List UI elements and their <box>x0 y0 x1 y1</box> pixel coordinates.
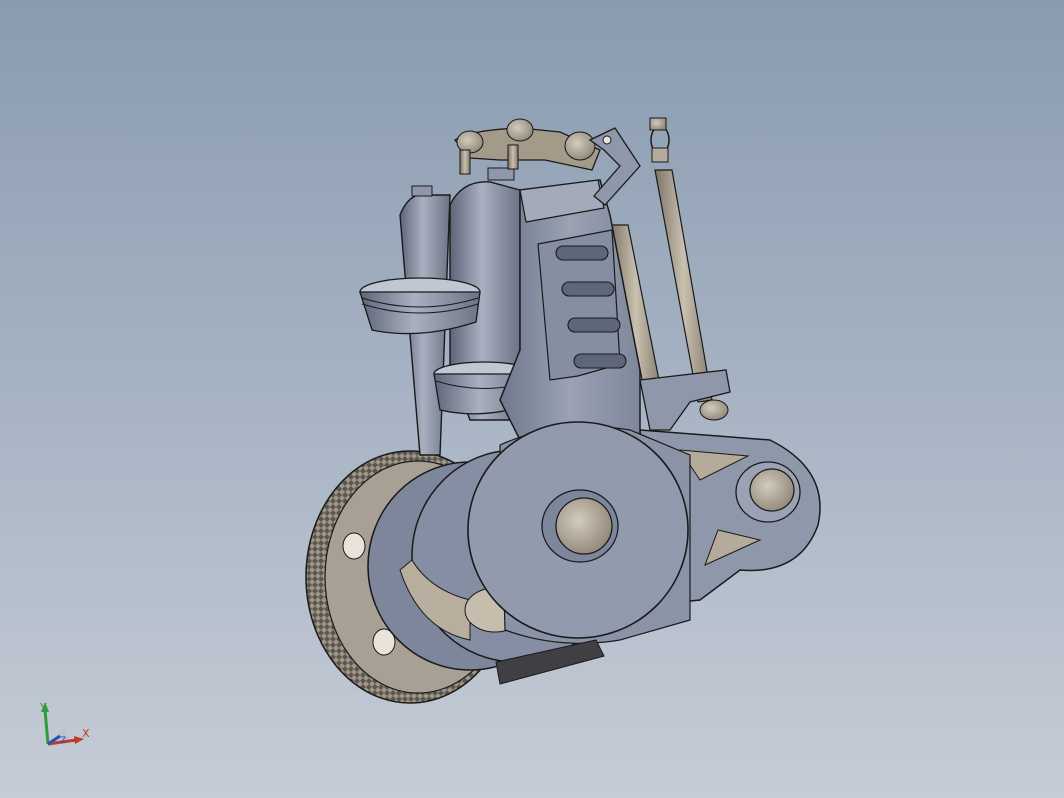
graphics-viewport[interactable]: Y X Z <box>0 0 1064 798</box>
engine-block-icon <box>499 179 641 441</box>
coordinate-triad: Y X Z <box>30 696 100 756</box>
axis-label-y: Y <box>40 701 47 714</box>
axis-label-x: X <box>82 727 90 740</box>
engine-assembly-model[interactable] <box>0 0 1064 798</box>
axis-label-z: Z <box>60 736 67 746</box>
